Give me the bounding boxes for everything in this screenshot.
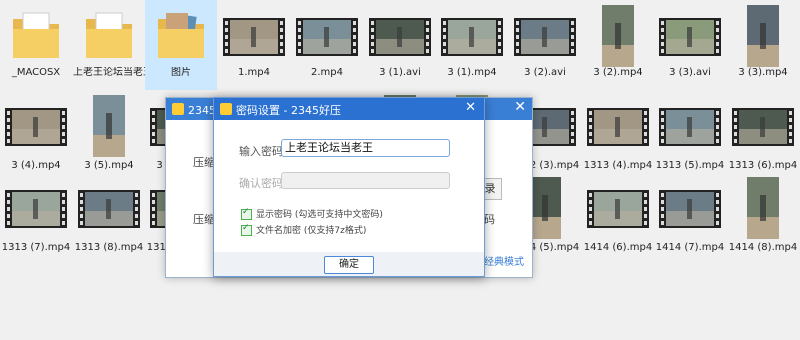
show-password-checkbox[interactable]: 显示密码 (勾选可支持中文密码) <box>241 207 383 220</box>
file-name: 3 (3).avi <box>669 67 711 78</box>
compress-label: 压缩 <box>193 156 215 169</box>
folder-item[interactable]: 上老王论坛当老王 <box>73 0 145 90</box>
video-thumbnail-icon <box>5 177 67 239</box>
folder-item[interactable]: _MACOSX <box>0 0 72 90</box>
video-thumbnail-icon <box>659 177 721 239</box>
file-item[interactable]: 3 (5).mp4 <box>73 90 145 171</box>
file-name: 2.mp4 <box>311 67 343 78</box>
password-dialog: 密码设置 - 2345好压 ✕ 输入密码 上老王论坛当老王 确认密码 显示密码 … <box>213 97 485 277</box>
video-thumbnail-icon <box>223 5 285 67</box>
file-name: 3 (5).mp4 <box>84 160 134 171</box>
video-thumbnail-icon <box>5 95 67 157</box>
image-thumbnail-icon <box>732 5 794 67</box>
folder-icon <box>78 5 140 67</box>
folder-icon <box>150 5 212 67</box>
file-item[interactable]: 3 (3).avi <box>654 0 726 90</box>
file-name: 图片 <box>171 67 191 78</box>
password-dialog-title: 密码设置 - 2345好压 <box>236 104 341 117</box>
folder-icon <box>5 5 67 67</box>
file-item[interactable]: 1313 (6).mp4 <box>727 90 799 171</box>
file-name: 1414 (8).mp4 <box>728 242 798 253</box>
app-icon <box>172 103 184 115</box>
file-name: 1313 (6).mp4 <box>728 160 798 171</box>
file-item[interactable]: 1414 (6).mp4 <box>582 172 654 253</box>
close-icon[interactable]: ✕ <box>514 99 526 115</box>
show-password-label: 显示密码 (勾选可支持中文密码) <box>256 210 383 220</box>
file-item[interactable]: 3 (1).mp4 <box>436 0 508 90</box>
checkbox-checked-icon <box>241 207 252 220</box>
file-item[interactable]: 3 (2).mp4 <box>582 0 654 90</box>
file-name: 1313 (4).mp4 <box>583 160 653 171</box>
file-item[interactable]: 3 (2).avi <box>509 0 581 90</box>
video-thumbnail-icon <box>78 177 140 239</box>
file-name: 3 (3).mp4 <box>738 67 788 78</box>
video-thumbnail-icon <box>369 5 431 67</box>
file-name: 1.mp4 <box>238 67 270 78</box>
video-thumbnail-icon <box>732 95 794 157</box>
app-icon <box>220 103 232 115</box>
file-name: 1313 (5).mp4 <box>655 160 725 171</box>
encrypt-filenames-checkbox[interactable]: 文件名加密 (仅支持7z格式) <box>241 223 366 236</box>
file-name: 3 (2).mp4 <box>593 67 643 78</box>
file-name: 1414 (6).mp4 <box>583 242 653 253</box>
video-thumbnail-icon <box>659 95 721 157</box>
file-name: _MACOSX <box>11 67 61 78</box>
classic-mode-link[interactable]: 经典模式 <box>484 253 524 268</box>
encrypt-filenames-label: 文件名加密 (仅支持7z格式) <box>256 226 367 236</box>
ok-button[interactable]: 确定 <box>324 256 374 274</box>
file-name: 1313 (8).mp4 <box>74 242 144 253</box>
file-name: 1414 (7).mp4 <box>655 242 725 253</box>
video-thumbnail-icon <box>441 5 503 67</box>
password-dialog-titlebar[interactable]: 密码设置 - 2345好压 ✕ <box>214 98 484 120</box>
file-item[interactable]: 3 (4).mp4 <box>0 90 72 171</box>
file-item[interactable]: 1414 (7).mp4 <box>654 172 726 253</box>
file-name: 3 (4).mp4 <box>11 160 61 171</box>
confirm-password-input[interactable] <box>281 172 450 189</box>
file-item[interactable]: 3 (1).avi <box>364 0 436 90</box>
file-name: 3 (2).avi <box>524 67 566 78</box>
file-name: 3 (1).avi <box>379 67 421 78</box>
enter-password-label: 输入密码 <box>239 145 283 158</box>
file-name: 上老王论坛当老王 <box>73 67 145 78</box>
password-button-partial[interactable]: 码 <box>484 211 495 227</box>
file-name: 3 (1).mp4 <box>447 67 497 78</box>
file-item[interactable]: 1313 (4).mp4 <box>582 90 654 171</box>
video-thumbnail-icon <box>296 5 358 67</box>
enter-password-input[interactable]: 上老王论坛当老王 <box>281 139 450 157</box>
file-item[interactable]: 3 (3).mp4 <box>727 0 799 90</box>
file-item[interactable]: 2.mp4 <box>291 0 363 90</box>
video-thumbnail-icon <box>587 95 649 157</box>
file-item[interactable]: 1313 (7).mp4 <box>0 172 72 253</box>
file-item[interactable]: 1313 (8).mp4 <box>73 172 145 253</box>
checkbox-checked-icon <box>241 223 252 236</box>
video-thumbnail-icon <box>514 5 576 67</box>
file-item[interactable]: 1414 (8).mp4 <box>727 172 799 253</box>
file-item[interactable]: 1.mp4 <box>218 0 290 90</box>
image-thumbnail-icon <box>587 5 649 67</box>
file-name: 1313 (7).mp4 <box>1 242 71 253</box>
folder-item[interactable]: 图片 <box>145 0 217 90</box>
image-thumbnail-icon <box>78 95 140 157</box>
image-thumbnail-icon <box>732 177 794 239</box>
video-thumbnail-icon <box>659 5 721 67</box>
dialog-footer: 确定 <box>214 252 484 276</box>
compress-label-2: 压缩 <box>193 213 215 226</box>
video-thumbnail-icon <box>587 177 649 239</box>
confirm-password-label: 确认密码 <box>239 177 283 190</box>
close-icon[interactable]: ✕ <box>465 100 476 115</box>
file-item[interactable]: 1313 (5).mp4 <box>654 90 726 171</box>
